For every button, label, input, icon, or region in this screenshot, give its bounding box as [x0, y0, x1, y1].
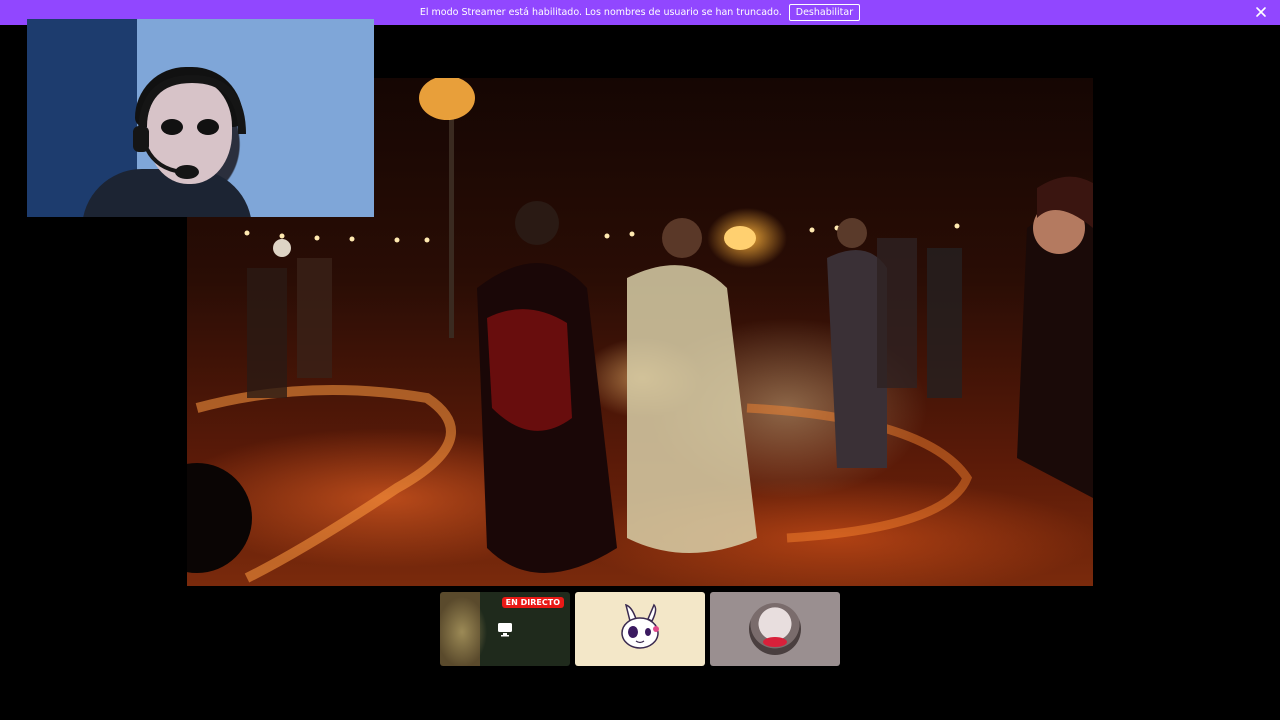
bunny-avatar-icon	[621, 603, 659, 649]
user-avatar	[749, 603, 801, 655]
thumbnail-user-avatar[interactable]	[710, 592, 840, 666]
close-icon[interactable]	[1254, 5, 1268, 19]
disable-streamer-mode-button[interactable]: Deshabilitar	[788, 4, 861, 21]
live-badge: EN DIRECTO	[501, 597, 564, 608]
thumbnail-bunny-avatar[interactable]	[575, 592, 705, 666]
monitor-icon	[498, 623, 512, 637]
headset-icon	[133, 74, 246, 179]
streamer-mode-message: El modo Streamer está habilitado. Los no…	[419, 7, 782, 18]
stream-thumbnails: EN DIRECTO	[440, 592, 840, 666]
thumbnail-live-stream[interactable]: EN DIRECTO	[440, 592, 570, 666]
webcam-overlay	[27, 19, 374, 217]
